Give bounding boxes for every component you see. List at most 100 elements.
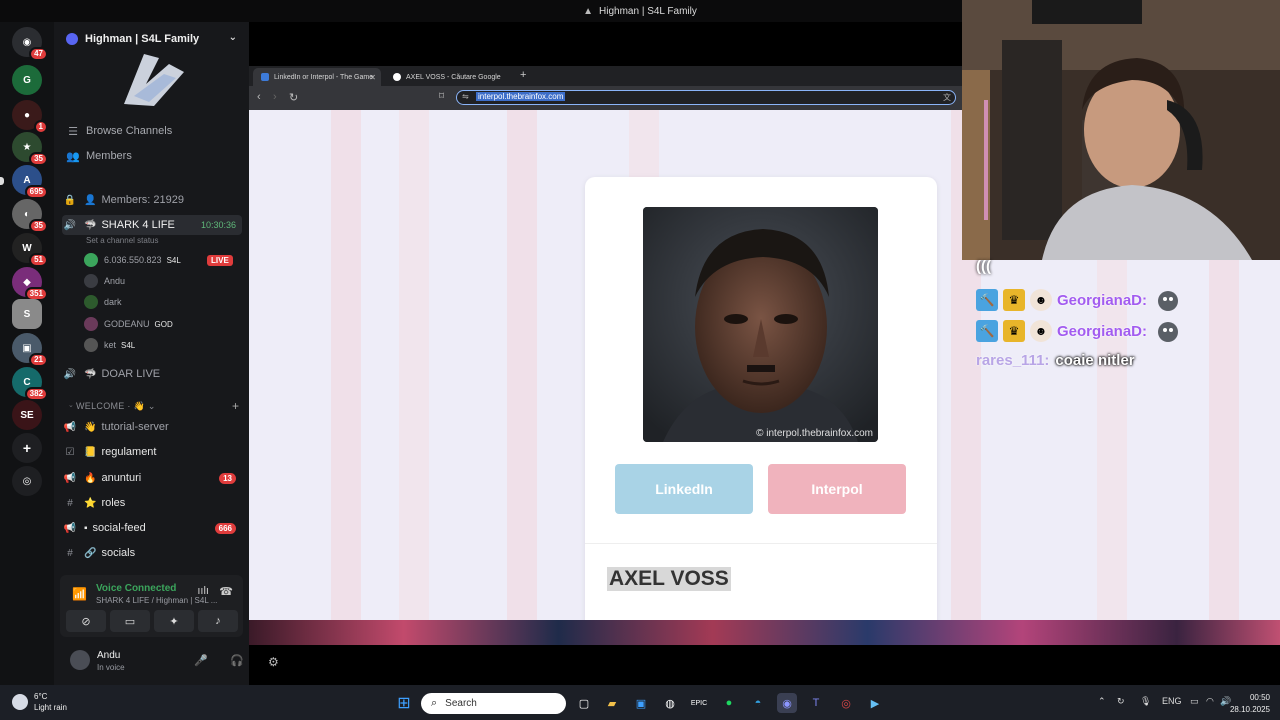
server-icon-6[interactable]: W 51 [12,233,48,267]
server-icon-7[interactable]: ◆ 351 [12,267,48,301]
emote-icon [1158,291,1179,311]
avatar [84,317,98,331]
browse-channels[interactable]: ☰ Browse Channels [66,122,172,140]
server-icon-5[interactable]: ◐ 35 [12,199,48,233]
task-view-icon[interactable]: ▢ [574,693,594,713]
voice-user[interactable]: 6.036.550.823 S4L [84,251,181,269]
chrome-icon[interactable]: ◎ [836,693,856,713]
voice-user[interactable]: dark [84,293,122,311]
translate-icon[interactable]: 文 [943,92,951,103]
voice-user[interactable]: GODEANU GOD [84,315,173,333]
channel-social-feed[interactable]: 📢 ▪ social-feed 666 [62,518,242,538]
discord-icon[interactable]: ◉ [777,693,797,713]
add-server-icon[interactable]: + [12,433,42,463]
person-portrait: © interpol.thebrainfox.com [643,207,878,442]
channel-roles[interactable]: # ⭐ roles [62,493,242,513]
url-text[interactable]: interpol.thebrainfox.com [476,92,566,101]
weather-widget[interactable]: 6°C Light rain [12,691,67,713]
user-status: In voice [97,663,125,672]
window-title: Highman | S4L Family [599,5,697,17]
steam-icon[interactable]: ◍ [660,693,680,713]
discord-home-icon[interactable]: ◉ 47 [12,27,48,61]
server-icon-4[interactable]: A 695 [12,165,48,199]
tab-linkedin-or-interpol[interactable]: LinkedIn or Interpol - The Game ✕ [253,68,381,86]
soundboard-button[interactable]: ♪ [198,610,238,632]
new-tab-icon[interactable]: + [520,69,526,81]
voice-connected-panel: 📶 Voice Connected SHARK 4 LIFE / Highman… [60,575,243,637]
avatar[interactable] [70,650,90,670]
screen-share-button[interactable]: ▭ [110,610,150,632]
steam-app-icon[interactable]: ▶ [865,693,885,713]
members-nav[interactable]: 👥 Members [66,147,132,165]
disconnect-icon[interactable]: ☎ [219,585,233,598]
lock-icon: 🔒 [63,194,77,206]
chevron-down-icon[interactable]: ⌄ [229,32,237,43]
channel-status-prompt[interactable]: Set a channel status [86,236,159,245]
forward-icon[interactable]: › [273,91,277,103]
sync-icon[interactable]: ↻ [1117,696,1125,707]
voice-channel-doar-live[interactable]: 🔊 🦈 DOAR LIVE [62,364,242,384]
activities-button[interactable]: ✦ [154,610,194,632]
headphones-icon[interactable]: 🎧 [230,654,244,667]
channel-members-count[interactable]: 🔒 👤 Members: 21929 [62,190,242,210]
server-icon-10[interactable]: SE [12,400,42,430]
microphone-icon[interactable]: 🎤 [194,654,208,667]
bookmark-icon[interactable]: ⌑ [439,91,444,102]
spotify-icon[interactable]: ● [719,693,739,713]
portrait-image [643,207,878,442]
monitor-icon[interactable]: ▭ [1190,696,1199,707]
linkedin-button[interactable]: LinkedIn [615,464,753,514]
shark-emoji: 🦈 [84,219,97,231]
avatar [84,338,98,352]
tab-google-search[interactable]: AXEL VOSS - Căutare Google [385,68,515,86]
mic-tray-icon[interactable]: 🎙 [1140,696,1151,707]
edge-icon[interactable]: ◓ [748,693,768,713]
channel-socials[interactable]: # 🔗 socials [62,543,242,563]
wifi-icon[interactable]: ◠ [1206,696,1214,707]
category-welcome[interactable]: ⌄ WELCOME · 👋 ⌄ [68,401,156,412]
start-icon[interactable]: ⊞ [394,693,414,713]
chat-fragment: ((( [976,258,991,275]
site-info-icon[interactable]: ⇋ [462,92,469,101]
reload-icon[interactable]: ↻ [289,91,298,104]
server-icon-8[interactable]: ▣ 21 [12,333,48,367]
voice-connected-subtitle[interactable]: SHARK 4 LIFE / Highman | S4L ... [96,596,217,605]
back-icon[interactable]: ‹ [257,91,261,103]
file-explorer-icon[interactable]: ▰ [602,693,622,713]
taskbar-search[interactable]: ⌕ Search [421,693,566,714]
server-icon-2[interactable]: ● 1 [12,100,48,134]
voice-user[interactable]: ket S4L [84,336,135,354]
interpol-button[interactable]: Interpol [768,464,906,514]
voice-user[interactable]: Andu [84,272,125,290]
chevron-up-icon[interactable]: ⌃ [1098,696,1106,707]
noise-suppression-icon[interactable]: ıılı [197,585,209,597]
close-tab-icon[interactable]: ✕ [369,73,376,82]
search-icon: ⌕ [431,697,438,709]
system-clock[interactable]: 00:50 28.10.2025 [1230,692,1270,716]
teams-icon[interactable]: T [806,693,826,713]
chat-message: 🔨 ♛ ☻ GeorgianaD: [976,318,1181,344]
address-bar[interactable]: ⇋ interpol.thebrainfox.com 文 [456,90,956,105]
user-panel: Andu In voice 🎤 🎧 [60,642,244,678]
channel-anunturi[interactable]: 📢 🔥 anunturi 13 [62,468,242,488]
server-icon-3[interactable]: ★ 35 [12,132,48,166]
channel-tutorial-server[interactable]: 📢 👋 tutorial-server [62,417,242,437]
moderator-badge-icon: 🔨 [976,320,998,342]
server-icon-9[interactable]: C 382 [12,367,48,401]
add-channel-icon[interactable]: + [232,399,239,413]
chevron-down-icon: ⌄ [68,402,75,409]
language-indicator[interactable]: ENG [1162,696,1182,706]
server-icon-godeanu[interactable]: G [12,65,42,95]
webcam-overlay [962,0,1280,260]
epic-games-icon[interactable]: EPIC [689,693,709,713]
site-favicon [261,73,269,81]
camera-off-button[interactable]: ⊘ [66,610,106,632]
settings-gear-icon[interactable]: ⚙ [268,655,279,669]
store-icon[interactable]: ▣ [631,693,651,713]
server-icon-highman[interactable]: S [12,299,42,329]
shark-emoji: 🦈 [84,368,97,380]
bg-stripe [399,110,429,620]
channel-regulament[interactable]: ☑ 📒 regulament [62,442,242,462]
discover-icon[interactable]: ◎ [12,466,42,496]
voice-channel-shark4life[interactable]: 🔊 🦈 SHARK 4 LIFE 10:30:36 [62,215,242,235]
